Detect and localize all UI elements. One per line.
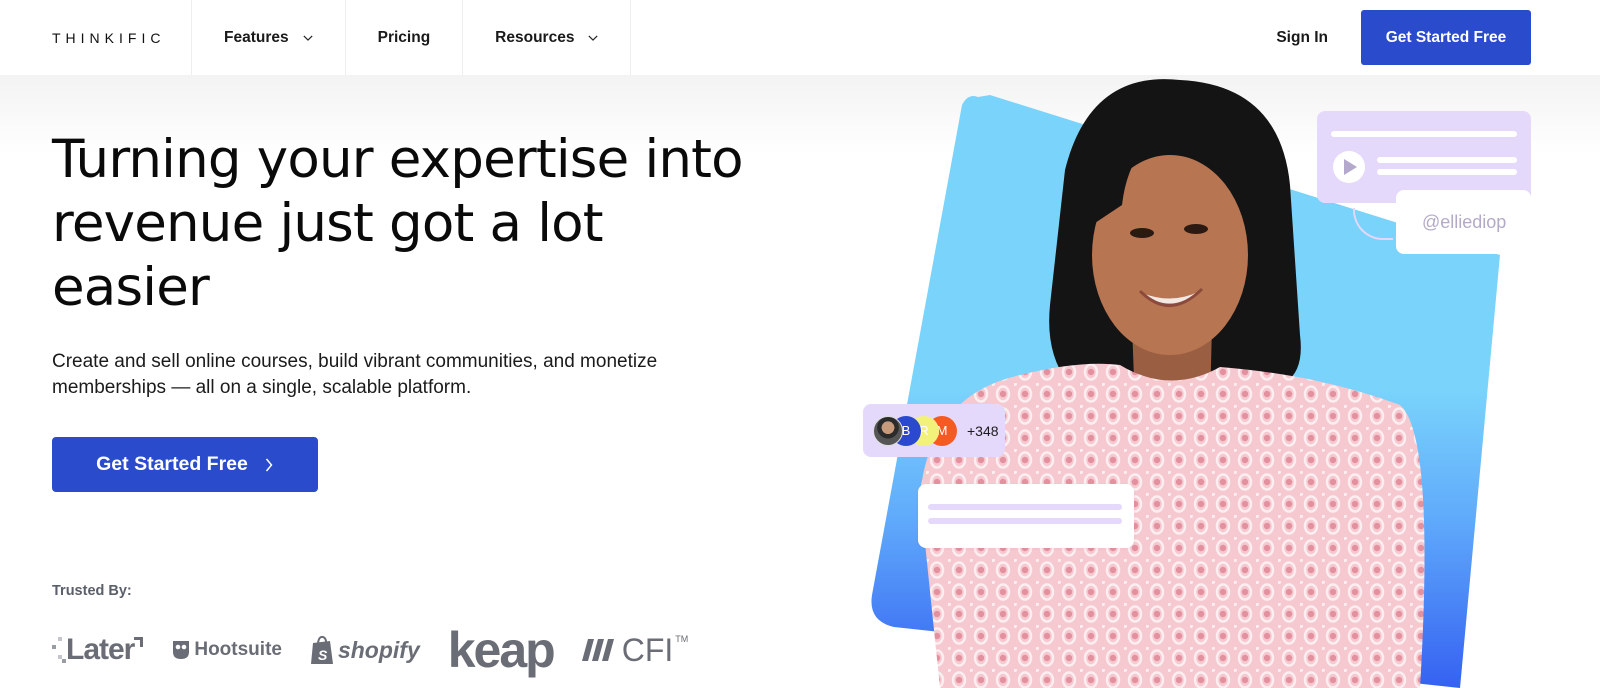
keap-wordmark: keap bbox=[447, 622, 556, 678]
cta-label: Get Started Free bbox=[96, 453, 248, 475]
text-placeholder-line bbox=[928, 504, 1122, 510]
member-avatar-photo bbox=[873, 415, 903, 446]
text-placeholder-line bbox=[928, 518, 1122, 524]
later-wordmark: Later bbox=[66, 633, 135, 666]
nav-item-label: Resources bbox=[495, 28, 575, 46]
chevron-right-icon bbox=[265, 458, 273, 471]
later-pixel-icon bbox=[52, 637, 66, 663]
hero-get-started-button[interactable]: Get Started Free bbox=[52, 437, 318, 492]
cfi-slashes-icon bbox=[581, 639, 614, 661]
cfi-logo: CFI TM bbox=[581, 631, 689, 669]
hero-headline: Turning your expertise into revenue just… bbox=[52, 128, 812, 320]
text-placeholder-line bbox=[1331, 131, 1517, 137]
nav-item-label: Pricing bbox=[377, 28, 431, 46]
headline-line: Turning your expertise into bbox=[52, 129, 744, 190]
shopify-wordmark: shopify bbox=[337, 636, 420, 663]
trusted-logos: Later Hootsuite S shopify keap CFI TM bbox=[52, 620, 688, 680]
shopping-bag-icon: S bbox=[310, 635, 333, 664]
svg-text:S: S bbox=[318, 647, 328, 663]
headline-line: revenue just got a lot bbox=[52, 193, 604, 254]
sign-in-link[interactable]: Sign In bbox=[1276, 0, 1328, 75]
nav-item-resources[interactable]: Resources bbox=[463, 0, 632, 75]
nav-item-label: Features bbox=[224, 28, 289, 46]
nav-item-features[interactable]: Features bbox=[192, 0, 346, 75]
creator-handle-card: @elliediop bbox=[1396, 190, 1531, 254]
trusted-by-label: Trusted By: bbox=[52, 583, 132, 599]
nav-get-started-button[interactable]: Get Started Free bbox=[1361, 10, 1531, 65]
community-members-card: B R M +348 bbox=[863, 404, 1005, 457]
member-count: +348 bbox=[967, 422, 999, 439]
chevron-down-icon bbox=[303, 35, 313, 41]
shopify-logo: S shopify bbox=[310, 635, 420, 665]
creator-handle: @elliediop bbox=[1422, 211, 1507, 232]
hero-subheading: Create and sell online courses, build vi… bbox=[52, 351, 658, 398]
hootsuite-wordmark: Hootsuite bbox=[194, 639, 282, 660]
comment-placeholder-card bbox=[918, 484, 1134, 548]
later-corner-icon bbox=[134, 637, 144, 647]
owl-icon bbox=[173, 641, 190, 659]
cfi-wordmark: CFI bbox=[621, 631, 674, 668]
text-placeholder-line bbox=[1377, 169, 1517, 175]
headline-line: easier bbox=[52, 257, 210, 318]
later-logo: Later bbox=[52, 633, 144, 667]
nav-item-pricing[interactable]: Pricing bbox=[346, 0, 464, 75]
keap-logo: keap bbox=[447, 621, 556, 679]
hootsuite-logo: Hootsuite bbox=[172, 639, 282, 661]
thinkific-logo[interactable]: THINKIFIC bbox=[0, 0, 192, 75]
text-placeholder-line bbox=[1377, 157, 1517, 163]
top-nav: THINKIFIC Features Pricing Resources Sig… bbox=[0, 0, 1600, 75]
chevron-down-icon bbox=[588, 35, 599, 41]
play-icon[interactable] bbox=[1333, 151, 1365, 183]
trademark-mark: TM bbox=[675, 633, 689, 644]
